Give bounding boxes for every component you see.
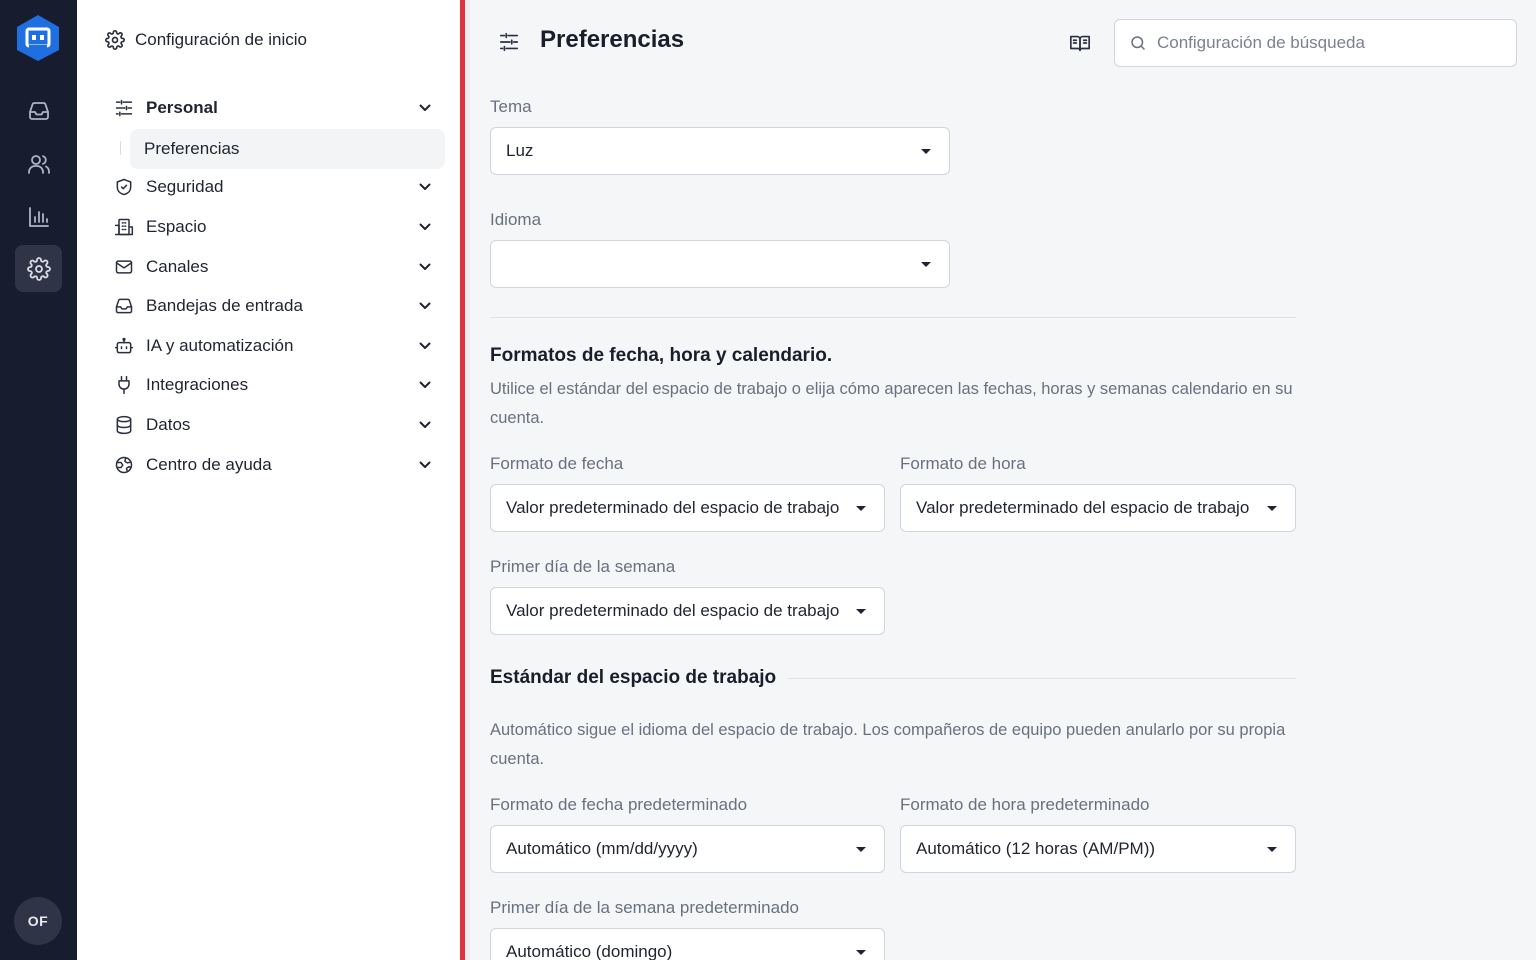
section-divider [788, 678, 1296, 679]
gear-icon [105, 30, 125, 50]
first-day-select[interactable]: Valor predeterminado del espacio de trab… [490, 587, 885, 635]
search-input[interactable] [1157, 33, 1497, 53]
sidebar-item-label: IA y automatización [146, 335, 294, 355]
sidebar-item-datos[interactable]: Datos [113, 405, 443, 445]
chevron-down-icon[interactable] [417, 338, 433, 354]
caret-down-icon [856, 505, 866, 511]
sidebar-item-label: Espacio [146, 216, 207, 236]
theme-label: Tema [490, 97, 532, 116]
chevron-down-icon[interactable] [417, 298, 433, 314]
sidebar-item-canales[interactable]: Canales [113, 247, 443, 287]
user-avatar[interactable]: OF [14, 897, 62, 945]
reports-rail-button[interactable] [15, 193, 62, 240]
book-icon[interactable] [1069, 32, 1091, 54]
date-format-label: Formato de fecha [490, 454, 624, 473]
database-icon [113, 414, 135, 436]
settings-search[interactable] [1114, 19, 1517, 67]
settings-rail-button[interactable] [15, 245, 62, 292]
formats-section-description: Utilice el estándar del espacio de traba… [490, 380, 1293, 427]
default-date-format-value: Automático (mm/dd/yyyy) [506, 839, 698, 858]
inbox-rail-button[interactable] [15, 87, 62, 134]
sidebar-item-integraciones[interactable]: Integraciones [113, 366, 443, 406]
default-first-day-value: Automático (domingo) [506, 942, 673, 960]
globe-icon [113, 454, 135, 476]
sidebar-item-ia[interactable]: IA y automatización [113, 326, 443, 366]
chevron-down-icon[interactable] [417, 179, 433, 195]
search-icon [1131, 36, 1145, 50]
default-time-format-label: Formato de hora predeterminado [900, 795, 1150, 814]
sidebar-item-label: Datos [146, 414, 191, 434]
caret-down-icon [1267, 505, 1277, 511]
caret-down-icon [856, 608, 866, 614]
app-logo-icon[interactable] [15, 14, 61, 62]
chevron-down-icon[interactable] [417, 219, 433, 235]
sidebar-item-personal[interactable]: Personal [113, 88, 443, 128]
settings-home-label: Configuración de inicio [135, 30, 307, 49]
language-select[interactable] [490, 240, 950, 288]
time-format-select[interactable]: Valor predeterminado del espacio de trab… [900, 484, 1296, 532]
language-label: Idioma [490, 210, 542, 229]
sidebar-item-label: Canales [146, 256, 209, 276]
sidebar-item-espacio[interactable]: Espacio [113, 207, 443, 247]
building-icon [113, 216, 135, 238]
default-date-format-label: Formato de fecha predeterminado [490, 795, 748, 814]
time-format-value: Valor predeterminado del espacio de trab… [916, 498, 1250, 517]
first-day-label: Primer día de la semana [490, 557, 676, 576]
settings-sidebar: Configuración de inicio Personal Prefere… [77, 0, 461, 960]
sidebar-item-seguridad[interactable]: Seguridad [113, 168, 443, 208]
chevron-down-icon[interactable] [417, 417, 433, 433]
first-day-value: Valor predeterminado del espacio de trab… [506, 601, 840, 620]
sidebar-item-centro-ayuda[interactable]: Centro de ayuda [113, 445, 443, 485]
reports-icon [28, 206, 49, 227]
theme-value: Luz [506, 141, 534, 160]
icon-rail: OF [0, 0, 77, 960]
sidebar-item-label: Seguridad [146, 177, 224, 197]
sliders-icon [113, 97, 135, 119]
caret-down-icon [921, 148, 931, 154]
theme-select[interactable]: Luz [490, 127, 950, 175]
contacts-icon [27, 154, 50, 174]
shield-icon [113, 176, 135, 198]
sidebar-item-bandejas[interactable]: Bandejas de entrada [113, 286, 443, 326]
chevron-down-icon[interactable] [417, 457, 433, 473]
workspace-section-description: Automático sigue el idioma del espacio d… [490, 721, 1286, 768]
mail-icon [113, 256, 135, 278]
contacts-rail-button[interactable] [15, 140, 62, 187]
inbox-icon [28, 101, 49, 120]
chevron-down-icon[interactable] [417, 259, 433, 275]
bot-icon [113, 335, 135, 357]
chevron-down-icon[interactable] [417, 100, 433, 116]
sidebar-item-label: Personal [146, 97, 218, 117]
page-title: Preferencias [540, 26, 685, 53]
caret-down-icon [1267, 846, 1277, 852]
sliders-icon [498, 31, 520, 53]
sidebar-item-label: Bandejas de entrada [146, 296, 303, 316]
sidebar-item-preferencias[interactable]: Preferencias [130, 128, 445, 169]
default-first-day-label: Primer día de la semana predeterminado [490, 898, 799, 917]
default-time-format-value: Automático (12 horas (AM/PM)) [916, 839, 1156, 858]
default-date-format-select[interactable]: Automático (mm/dd/yyyy) [490, 825, 885, 873]
chevron-down-icon[interactable] [417, 377, 433, 393]
sidebar-item-label: Integraciones [146, 375, 249, 395]
tree-line [120, 140, 121, 155]
inbox-icon [113, 295, 135, 317]
date-format-select[interactable]: Valor predeterminado del espacio de trab… [490, 484, 885, 532]
sidebar-item-label: Centro de ayuda [146, 454, 272, 474]
default-time-format-select[interactable]: Automático (12 horas (AM/PM)) [900, 825, 1296, 873]
settings-icon [26, 256, 51, 281]
caret-down-icon [856, 949, 866, 955]
settings-nav: Personal Preferencias Seguridad Espacio [113, 88, 445, 485]
personal-subitems: Preferencias [113, 128, 445, 169]
section-divider [490, 317, 1296, 318]
workspace-section-title: Estándar del espacio de trabajo [490, 667, 777, 688]
plug-icon [113, 374, 135, 396]
caret-down-icon [856, 846, 866, 852]
caret-down-icon [921, 261, 931, 267]
preferences-main: Preferencias Tema Luz Idioma Formatos de… [470, 0, 1536, 960]
settings-home-link[interactable]: Configuración de inicio [105, 28, 307, 52]
formats-section-title: Formatos de fecha, hora y calendario. [490, 345, 833, 366]
time-format-label: Formato de hora [900, 454, 1026, 473]
default-first-day-select[interactable]: Automático (domingo) [490, 928, 885, 960]
date-format-value: Valor predeterminado del espacio de trab… [506, 498, 840, 517]
